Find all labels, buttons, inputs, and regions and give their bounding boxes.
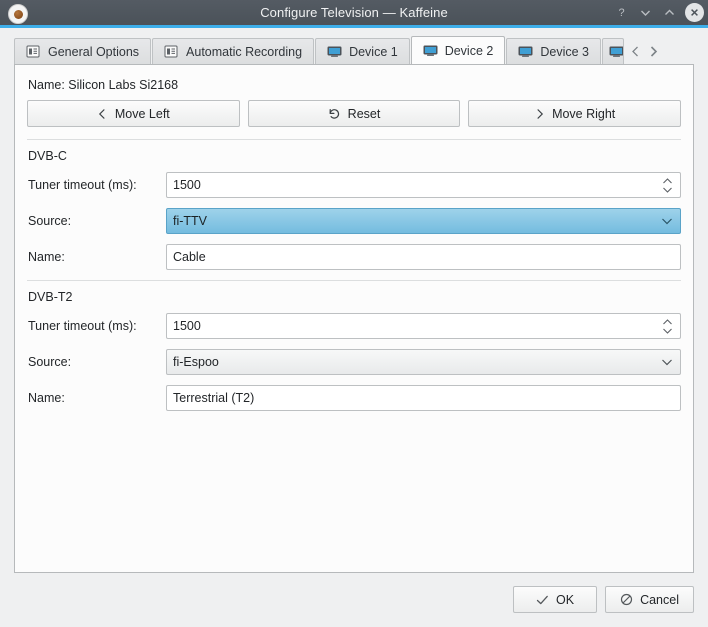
tab-scroll-controls <box>627 38 662 64</box>
device-settings-panel: Name: Silicon Labs Si2168 Move Left Rese… <box>14 64 694 573</box>
television-icon <box>609 45 623 58</box>
dvbt2-name-input[interactable]: Terrestrial (T2) <box>166 385 681 411</box>
row-dvbc-name: Name: Cable <box>27 244 681 270</box>
dvbc-source-combobox[interactable]: fi-TTV <box>166 208 681 234</box>
device-order-buttons: Move Left Reset Move Right <box>27 100 682 127</box>
kaffeine-coffee-cup-icon <box>8 4 28 24</box>
dvbc-tuner-timeout-value: 1500 <box>173 178 201 192</box>
help-button[interactable]: ? <box>610 2 632 24</box>
tab-label: General Options <box>48 44 140 59</box>
dvbc-name-input[interactable]: Cable <box>166 244 681 270</box>
title-bar: Configure Television — Kaffeine ? <box>0 0 708 28</box>
row-dvbt2-tuner-timeout: Tuner timeout (ms): 1500 <box>27 313 681 339</box>
move-right-button[interactable]: Move Right <box>468 100 682 127</box>
chevron-right-icon <box>534 108 545 120</box>
ok-label: OK <box>556 592 575 607</box>
spinbox-arrows-icon[interactable] <box>658 173 676 197</box>
reset-label: Reset <box>347 106 381 121</box>
dvbt2-name-value: Terrestrial (T2) <box>173 391 255 405</box>
dvbc-source-value: fi-TTV <box>173 214 208 228</box>
row-dvbt2-name: Name: Terrestrial (T2) <box>27 385 681 411</box>
row-dvbc-source: Source: fi-TTV <box>27 208 681 234</box>
device-name-label: Name: Silicon Labs Si2168 <box>28 78 179 92</box>
tab-label: Device 1 <box>349 44 398 59</box>
chevron-right-icon[interactable] <box>645 40 662 62</box>
tab-label: Device 2 <box>444 43 494 58</box>
television-icon <box>327 45 342 58</box>
label-name: Name: <box>28 250 65 264</box>
close-button[interactable] <box>685 3 704 22</box>
row-dvbt2-source: Source: fi-Espoo <box>27 349 681 375</box>
dvbt2-source-combobox[interactable]: fi-Espoo <box>166 349 681 375</box>
tab-automatic-recording[interactable]: Automatic Recording <box>152 38 315 64</box>
label-source: Source: <box>28 355 72 369</box>
dialog-button-box: OK Cancel <box>513 586 694 613</box>
ok-button[interactable]: OK <box>513 586 598 613</box>
window-controls: ? <box>610 0 704 25</box>
tab-general-options[interactable]: General Options <box>14 38 152 64</box>
group-separator <box>27 139 681 140</box>
dvbt2-tuner-timeout-spinbox[interactable]: 1500 <box>166 313 681 339</box>
chevron-down-icon[interactable] <box>661 217 673 225</box>
label-tuner-timeout: Tuner timeout (ms): <box>28 319 137 333</box>
cancel-circle-icon <box>620 593 633 606</box>
group-title-dvb-c: DVB-C <box>28 149 67 163</box>
tab-label: Automatic Recording <box>186 44 303 59</box>
move-right-label: Move Right <box>552 106 616 121</box>
check-icon <box>536 594 549 606</box>
group-title-dvb-t2: DVB-T2 <box>28 290 73 304</box>
cancel-button[interactable]: Cancel <box>605 586 694 613</box>
minimize-button[interactable] <box>634 2 656 24</box>
form-document-icon <box>164 45 179 58</box>
form-document-icon <box>26 45 41 58</box>
reset-button[interactable]: Reset <box>247 100 461 127</box>
row-dvbc-tuner-timeout: Tuner timeout (ms): 1500 <box>27 172 681 198</box>
chevron-left-icon[interactable] <box>627 40 644 62</box>
television-icon <box>518 45 533 58</box>
group-separator <box>27 280 681 281</box>
dvbt2-tuner-timeout-value: 1500 <box>173 319 201 333</box>
tab-device-1[interactable]: Device 1 <box>315 38 410 64</box>
undo-icon <box>328 108 341 120</box>
tab-device-2[interactable]: Device 2 <box>410 36 506 64</box>
move-left-button[interactable]: Move Left <box>27 100 240 127</box>
label-source: Source: <box>28 214 72 228</box>
cancel-label: Cancel <box>640 592 679 607</box>
tab-bar: General Options Automatic Recording Devi… <box>14 36 708 64</box>
move-left-label: Move Left <box>114 106 170 121</box>
spinbox-arrows-icon[interactable] <box>658 314 676 338</box>
svg-text:?: ? <box>618 7 624 19</box>
tab-label: Device 3 <box>540 44 589 59</box>
dvbc-name-value: Cable <box>173 250 206 264</box>
tab-device-3[interactable]: Device 3 <box>506 38 601 64</box>
tab-device-4-partial[interactable] <box>601 38 624 64</box>
maximize-button[interactable] <box>658 2 680 24</box>
configure-television-dialog: Configure Television — Kaffeine ? Genera… <box>0 0 708 627</box>
label-tuner-timeout: Tuner timeout (ms): <box>28 178 137 192</box>
chevron-left-icon <box>97 108 108 120</box>
window-title: Configure Television — Kaffeine <box>260 4 448 20</box>
chevron-down-icon[interactable] <box>661 358 673 366</box>
dvbt2-source-value: fi-Espoo <box>173 355 219 369</box>
label-name: Name: <box>28 391 65 405</box>
dvbc-tuner-timeout-spinbox[interactable]: 1500 <box>166 172 681 198</box>
television-icon <box>423 44 438 57</box>
